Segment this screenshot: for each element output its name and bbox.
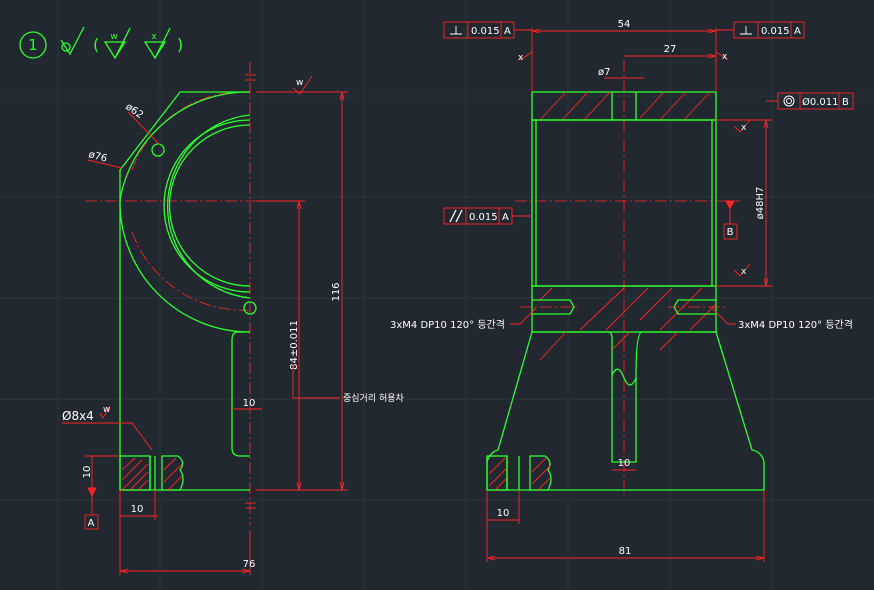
dim-d76: ø76 [87,149,108,165]
gtol-perp-right-datum: A [794,26,801,37]
top-surface-mark: w [296,78,303,88]
dim-10-mid: 10 [243,398,256,409]
gtol-concentric-datum: B [842,97,849,108]
open-paren: ( [93,35,99,54]
technical-drawing: 1 ( w x ) 116 84±0.011 중심거리 허용차 10 10 76… [0,0,874,590]
close-paren: ) [177,35,183,54]
left-view: 116 84±0.011 중심거리 허용차 10 10 76 10 A ø62 … [62,62,405,575]
surface-mark-x-top-right: x [722,52,728,62]
gtol-parallel-datum: A [502,212,509,223]
surface-mark-x-bore-bottom: x [741,267,747,277]
thread-note-left: 3xM4 DP10 120° 등간격 [390,318,505,331]
pitch-circle-arc-lower [131,231,253,311]
gtol-concentric-value: Ø0.011 [802,96,839,108]
dim-hole-8x4: Ø8x4 [62,409,94,423]
dim-76: 76 [243,559,256,570]
gtol-perp-left: 0.015 A [443,21,532,39]
center-distance-note: 중심거리 허용차 [343,392,405,404]
gtol-parallel-value: 0.015 [469,212,498,223]
surface-mark-x-top-left: x [518,53,524,63]
gtol-concentric: Ø0.011 B [766,92,854,110]
left-bore-core-arc [168,124,251,287]
datum-b-label: B [727,227,734,238]
dim-54: 54 [618,19,631,30]
basic-surface-symbol-check [60,26,85,56]
hole-surface-mark: w [103,405,110,415]
thread-note-right: 3xM4 DP10 120° 등간격 [738,318,853,331]
left-tap-hole-top [151,143,165,157]
datum-a-label: A [88,518,95,529]
left-bore-outer-arc [166,114,251,299]
gtol-parallel: 0.015 A [443,207,532,225]
dim-10-height: 10 [82,466,93,479]
dim-10-right-left: 10 [497,508,510,519]
right-view: 54 27 ø7 ø48H7 10 10 81 x x x x B 0.015 … [390,19,854,562]
background-grid [0,0,874,590]
dim-116: 116 [331,282,342,301]
dim-bore-48h7: ø48H7 [755,187,766,220]
surface-mark-x-bore-top: x [741,123,747,133]
dim-81: 81 [619,546,632,557]
dim-d7: ø7 [598,67,610,78]
cad-drawing-canvas[interactable]: 1 ( w x ) 116 84±0.011 중심거리 허용차 10 10 76… [0,0,874,590]
left-bore-inner-arc [163,119,251,293]
surface-symbol-x-icon [143,27,171,60]
left-inner-step [231,331,250,457]
surface-label-x: x [151,32,157,42]
surface-label-w: w [110,32,117,42]
gtol-perp-left-value: 0.015 [471,26,500,37]
item-number: 1 [28,36,38,54]
left-bottom-fillet-arc [119,199,251,333]
gtol-perp-left-datum: A [504,26,511,37]
gtol-perp-right: 0.015 A [716,21,805,39]
surface-finish-legend: 1 ( w x ) [19,26,183,60]
dim-27: 27 [664,44,677,55]
gtol-perp-right-value: 0.015 [761,26,790,37]
dim-10-bottom: 10 [131,504,144,515]
dim-84-tolerance: 84±0.011 [289,320,300,370]
dim-10-right-mid: 10 [618,458,631,469]
